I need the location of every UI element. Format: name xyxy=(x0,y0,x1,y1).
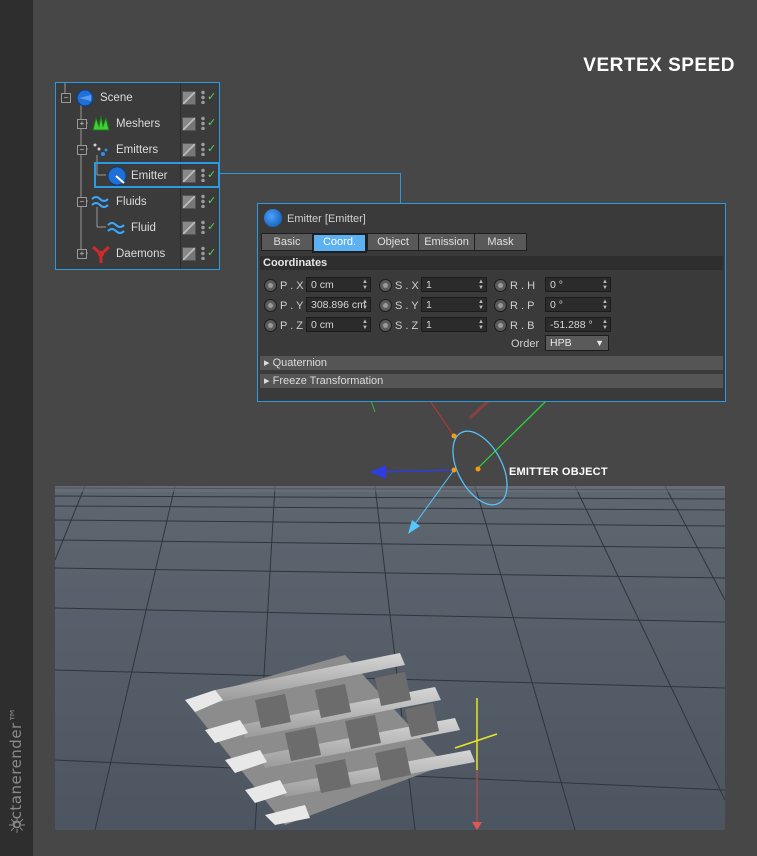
param-label: P . Z xyxy=(280,320,304,332)
section-coordinates: Coordinates xyxy=(260,256,723,270)
tree-item-scene[interactable]: − Scene ✓ xyxy=(56,85,219,111)
enabled-check-icon[interactable]: ✓ xyxy=(207,246,216,259)
emitter-icon xyxy=(264,209,282,227)
layer-tag-icon[interactable] xyxy=(182,143,196,157)
position-z-field[interactable]: 0 cm ▲ ▼ xyxy=(306,317,371,332)
enabled-check-icon[interactable]: ✓ xyxy=(207,194,216,207)
tab-mask[interactable]: Mask xyxy=(474,233,527,251)
rotation-order-select[interactable]: HPB ▼ xyxy=(545,335,609,351)
layer-tag-icon[interactable] xyxy=(182,117,196,131)
attribute-title: Emitter [Emitter] xyxy=(287,213,366,225)
object-manager: − Scene ✓ + Meshers ✓ − Emitters ✓ Emitt… xyxy=(55,82,220,270)
rotation-p-field[interactable]: 0 ° ▲ ▼ xyxy=(545,297,611,312)
expand-toggle[interactable]: + xyxy=(77,119,87,129)
tree-item-label: Fluid xyxy=(131,222,156,234)
enabled-check-icon[interactable]: ✓ xyxy=(207,116,216,129)
tree-item-label: Meshers xyxy=(116,118,161,130)
rotation-h-field[interactable]: 0 ° ▲ ▼ xyxy=(545,277,611,292)
tab-basic[interactable]: Basic xyxy=(261,233,313,251)
tab-emission[interactable]: Emission xyxy=(418,233,475,251)
tree-item-meshers[interactable]: + Meshers ✓ xyxy=(56,111,219,137)
page-title: VERTEX SPEED xyxy=(583,55,735,76)
order-label: Order xyxy=(511,338,540,350)
coord-row: P . Y 308.896 cm ▲ ▼ S . Y 1 ▲ ▼ R . P 0 ° ▲ ▼ xyxy=(258,297,723,315)
group-quaternion[interactable]: ▸ Quaternion xyxy=(260,356,723,370)
collapse-toggle[interactable]: − xyxy=(61,93,71,103)
expand-arrow-icon: ▸ xyxy=(264,375,270,387)
tab-coord[interactable]: Coord. xyxy=(312,233,367,253)
visibility-dots-icon[interactable] xyxy=(201,194,205,208)
expand-arrow-icon: ▸ xyxy=(264,357,270,369)
chevron-down-icon: ▼ xyxy=(595,338,604,348)
emitter-object-annotation: EMITTER OBJECT xyxy=(509,466,608,478)
meshers-icon xyxy=(92,115,110,131)
param-label: S . Z xyxy=(395,320,419,332)
visibility-dots-icon[interactable] xyxy=(201,142,205,156)
enabled-check-icon[interactable]: ✓ xyxy=(207,220,216,233)
tree-item-label: Scene xyxy=(100,92,133,104)
tree-item-label: Emitters xyxy=(116,144,159,156)
collapse-toggle[interactable]: − xyxy=(77,145,87,155)
fluid-icon xyxy=(107,222,125,234)
layer-tag-icon[interactable] xyxy=(182,195,196,209)
coord-row: P . Z 0 cm ▲ ▼ S . Z 1 ▲ ▼ R . B -51.288 ° ▲ ▼ xyxy=(258,317,723,335)
tree-item-fluid[interactable]: Fluid ✓ xyxy=(56,215,219,241)
scale-y-field[interactable]: 1 ▲ ▼ xyxy=(421,297,487,312)
scale-z-field[interactable]: 1 ▲ ▼ xyxy=(421,317,487,332)
keyframe-radio[interactable] xyxy=(494,319,507,332)
expand-toggle[interactable]: + xyxy=(77,249,87,259)
enabled-check-icon[interactable]: ✓ xyxy=(207,90,216,103)
scale-x-field[interactable]: 1 ▲ ▼ xyxy=(421,277,487,292)
position-y-field[interactable]: 308.896 cm ▲ ▼ xyxy=(306,297,371,312)
brand-wordmark: octanerender™ xyxy=(7,706,25,829)
emitters-icon xyxy=(93,143,108,156)
callout-connector xyxy=(400,173,401,204)
keyframe-radio[interactable] xyxy=(494,299,507,312)
attribute-manager: Emitter [Emitter] Basic Coord. Object Em… xyxy=(257,203,726,402)
tree-item-fluids[interactable]: − Fluids ✓ xyxy=(56,189,219,215)
visibility-dots-icon[interactable] xyxy=(201,90,205,104)
param-label: R . P xyxy=(510,300,535,312)
visibility-dots-icon[interactable] xyxy=(201,220,205,234)
collapse-toggle[interactable]: − xyxy=(77,197,87,207)
visibility-dots-icon[interactable] xyxy=(201,246,205,260)
tab-object[interactable]: Object xyxy=(367,233,419,251)
layer-tag-icon[interactable] xyxy=(182,247,196,261)
keyframe-radio[interactable] xyxy=(264,279,277,292)
param-label: S . Y xyxy=(395,300,419,312)
coord-row: P . X 0 cm ▲ ▼ S . X 1 ▲ ▼ R . H 0 ° ▲ ▼ xyxy=(258,277,723,295)
keyframe-radio[interactable] xyxy=(379,299,392,312)
daemons-icon xyxy=(92,245,110,263)
keyframe-radio[interactable] xyxy=(379,279,392,292)
group-freeze-transformation[interactable]: ▸ Freeze Transformation xyxy=(260,374,723,388)
rotation-b-field[interactable]: -51.288 ° ▲ ▼ xyxy=(545,317,611,332)
param-label: S . X xyxy=(395,280,419,292)
param-label: R . H xyxy=(510,280,536,292)
selection-highlight xyxy=(94,162,220,188)
position-x-field[interactable]: 0 cm ▲ ▼ xyxy=(306,277,371,292)
tree-item-label: Daemons xyxy=(116,248,166,260)
param-label: P . Y xyxy=(280,300,304,312)
keyframe-radio[interactable] xyxy=(264,319,277,332)
keyframe-radio[interactable] xyxy=(379,319,392,332)
param-label: P . X xyxy=(280,280,304,292)
keyframe-radio[interactable] xyxy=(264,299,277,312)
enabled-check-icon[interactable]: ✓ xyxy=(207,142,216,155)
callout-connector xyxy=(220,173,401,174)
tree-item-daemons[interactable]: + Daemons ✓ xyxy=(56,241,219,267)
keyframe-radio[interactable] xyxy=(494,279,507,292)
tree-item-emitters[interactable]: − Emitters ✓ xyxy=(56,137,219,163)
tree-item-label: Fluids xyxy=(116,196,147,208)
fluids-icon xyxy=(91,196,109,208)
scene-icon xyxy=(76,89,94,107)
layer-tag-icon[interactable] xyxy=(182,91,196,105)
octane-logo-icon: ☼ xyxy=(7,814,27,839)
param-label: R . B xyxy=(510,320,535,332)
layer-tag-icon[interactable] xyxy=(182,221,196,235)
visibility-dots-icon[interactable] xyxy=(201,116,205,130)
